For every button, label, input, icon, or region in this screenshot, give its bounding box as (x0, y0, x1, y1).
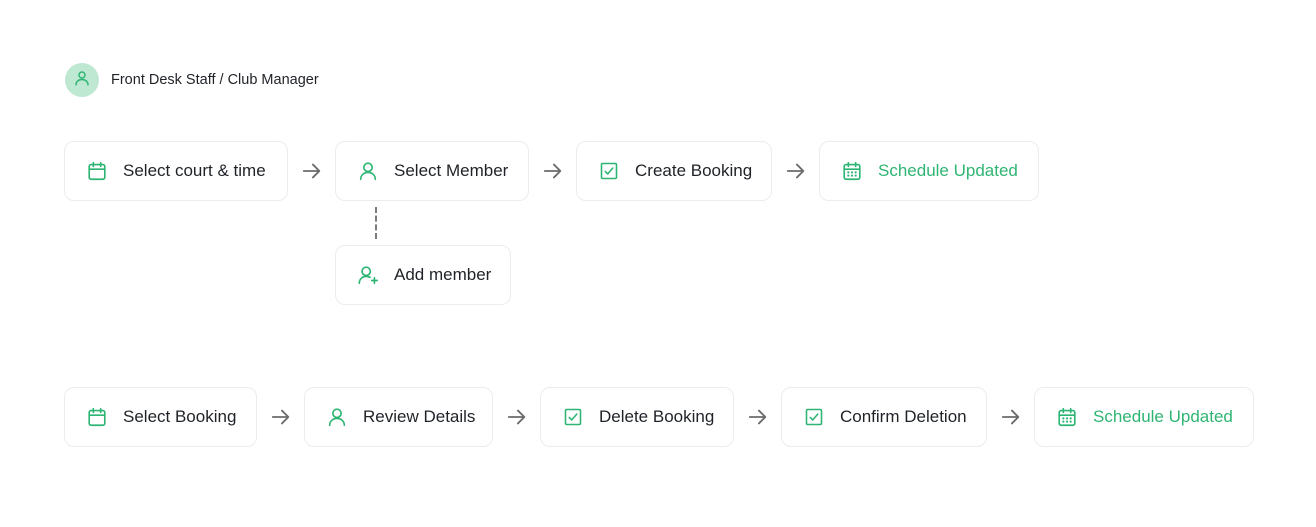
step-select-booking[interactable]: Select Booking (64, 387, 257, 447)
calendar-grid-icon (1055, 405, 1079, 429)
booking-flow: Select court & time Select Member Create… (64, 141, 1039, 201)
step-label: Select court & time (123, 161, 266, 180)
step-create-booking[interactable]: Create Booking (576, 141, 772, 201)
step-delete-booking[interactable]: Delete Booking (540, 387, 734, 447)
step-add-member[interactable]: Add member (335, 245, 511, 305)
arrow-right-icon (987, 387, 1034, 447)
step-label: Schedule Updated (1093, 407, 1233, 426)
arrow-right-icon (772, 141, 819, 201)
role-label: Front Desk Staff / Club Manager (111, 72, 319, 88)
user-icon (356, 159, 380, 183)
role-header: Front Desk Staff / Club Manager (65, 63, 319, 97)
arrow-right-icon (493, 387, 540, 447)
role-avatar (65, 63, 99, 97)
step-label: Schedule Updated (878, 161, 1018, 180)
step-label: Select Member (394, 161, 509, 180)
arrow-right-icon (734, 387, 781, 447)
checkbox-icon (802, 405, 826, 429)
arrow-right-icon (257, 387, 304, 447)
step-label: Select Booking (123, 407, 237, 426)
step-label: Create Booking (635, 161, 753, 180)
arrow-right-icon (288, 141, 335, 201)
step-label: Confirm Deletion (840, 407, 967, 426)
calendar-icon (85, 405, 109, 429)
deletion-flow: Select Booking Review Details Delete Boo… (64, 387, 1254, 447)
step-review-details[interactable]: Review Details (304, 387, 493, 447)
step-schedule-updated[interactable]: Schedule Updated (1034, 387, 1254, 447)
user-plus-icon (356, 263, 380, 287)
user-icon (73, 69, 91, 92)
calendar-icon (85, 159, 109, 183)
step-label: Delete Booking (599, 407, 715, 426)
calendar-grid-icon (840, 159, 864, 183)
step-label: Add member (394, 265, 492, 284)
user-icon (325, 405, 349, 429)
step-confirm-deletion[interactable]: Confirm Deletion (781, 387, 987, 447)
step-select-court-time[interactable]: Select court & time (64, 141, 288, 201)
checkbox-icon (561, 405, 585, 429)
step-select-member[interactable]: Select Member (335, 141, 529, 201)
branch-connector (375, 207, 377, 239)
step-schedule-updated[interactable]: Schedule Updated (819, 141, 1039, 201)
step-label: Review Details (363, 407, 476, 426)
arrow-right-icon (529, 141, 576, 201)
checkbox-icon (597, 159, 621, 183)
